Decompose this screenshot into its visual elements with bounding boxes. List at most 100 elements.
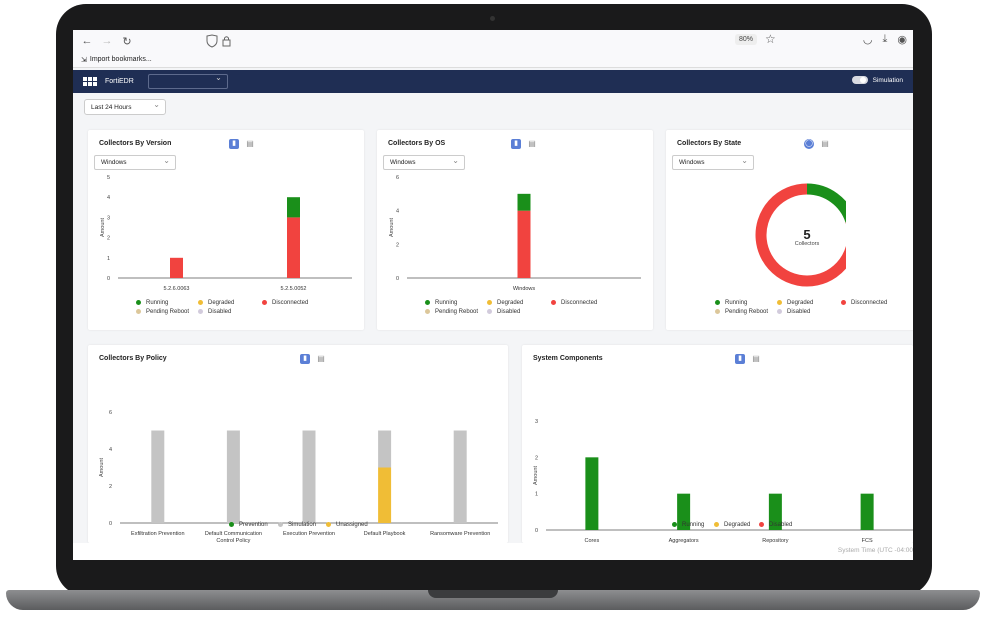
bar-chart-icon[interactable]: ▮ [300,354,310,364]
legend-running[interactable]: Running [146,300,168,306]
y-tick-label: 1 [107,256,110,262]
y-tick-label: 1 [535,492,538,498]
legend-prevention[interactable]: Prevention [239,522,268,528]
bar-disconnected [287,217,300,278]
legend-disabled[interactable]: Disabled [208,309,231,315]
time-range-select[interactable]: Last 24 Hours [84,99,166,115]
degraded-dot [777,300,782,305]
legend-unassigned[interactable]: Unassigned [336,522,368,528]
organization-select[interactable] [147,73,228,89]
legend-disconnected[interactable]: Disconnected [272,300,308,306]
y-tick-label: 2 [535,455,538,461]
pending-dot [136,309,141,314]
back-icon[interactable]: ← [77,35,97,47]
card-system-components: System Components ▮ ▤ 0 1 2 3 Amount Cores Agg… [522,345,913,544]
y-axis-label: Amount [389,218,395,237]
y-tick-label: 6 [396,175,399,181]
app-name: FortiEDR [105,78,134,85]
pending-dot [715,309,720,314]
bookmarks-bar: ⇲ Import bookmarks... [73,52,913,68]
bar-running [287,197,300,218]
account-icon[interactable]: ◉ [897,33,907,46]
footer: System Time (UTC -04:00 [73,543,913,560]
y-tick-label: 4 [107,195,110,201]
bar-chart-icon[interactable]: ▮ [735,354,745,364]
table-view-icon[interactable]: ▤ [820,139,830,149]
card-collectors-by-os: Collectors By OS ▮ ▤ Windows 0 2 4 6 Amount W… [377,130,653,330]
forward-icon[interactable]: → [97,35,117,47]
disconnected-dot [262,300,267,305]
os-filter-select[interactable]: Windows [383,155,465,170]
legend-pending-reboot[interactable]: Pending Reboot [725,309,768,315]
import-icon: ⇲ [81,56,87,64]
unassigned-dot [326,522,331,527]
table-view-icon[interactable]: ▤ [751,354,761,364]
pocket-icon[interactable]: ◡ [863,33,873,46]
card-collectors-by-policy: Collectors By Policy ▮ ▤ 0 2 4 6 Amount Exfil… [88,345,508,544]
os-filter-select[interactable]: Windows [94,155,176,170]
shield-lock-icon [206,34,231,48]
x-tick-label: 5.2.5.0052 [281,286,307,292]
disconnected-dot [841,300,846,305]
legend-disconnected[interactable]: Disconnected [851,300,887,306]
bar-disconnected [170,257,183,278]
x-tick-label: Windows [513,286,536,292]
disconnected-dot [551,300,556,305]
legend-degraded[interactable]: Degraded [787,300,813,306]
zoom-level[interactable]: 80% [735,34,758,45]
legend-disabled[interactable]: Disabled [769,522,792,528]
bar-chart-icon[interactable]: ▮ [229,139,239,149]
y-axis-label: Amount [533,466,539,485]
bar-disconnected [517,210,531,278]
collectors-by-policy-chart: 0246AmountExfiltration Prevention Default… [99,410,498,544]
os-filter-select[interactable]: Windows [672,155,754,170]
legend-running[interactable]: Running [682,522,704,528]
card-title: Collectors By OS [388,140,446,147]
legend-disconnected[interactable]: Disconnected [561,300,597,306]
disabled-dot [198,309,203,314]
legend-running[interactable]: Running [725,300,747,306]
fortinet-logo-icon [83,76,99,87]
donut-chart-icon[interactable]: ◯ [804,139,814,149]
y-tick-label: 4 [396,209,399,215]
browser-toolbar: ← → ↻ 80% ☆ ◡ ⤓ ◉ [73,30,913,52]
system-time: System Time (UTC -04:00 [837,547,913,554]
legend-disabled[interactable]: Disabled [787,309,810,315]
table-view-icon[interactable]: ▤ [245,139,255,149]
table-view-icon[interactable]: ▤ [527,139,537,149]
reload-icon[interactable]: ↻ [117,35,137,48]
import-bookmarks-link[interactable]: Import bookmarks... [90,56,152,63]
card-title: Collectors By Policy [99,355,167,362]
system-components-chart: 0123AmountCores Aggregators Repository FCS [533,419,913,544]
bar-simulation [226,430,240,523]
bar-running [585,457,599,530]
legend-degraded[interactable]: Degraded [724,522,750,528]
donut-slice-running [806,183,846,223]
download-icon[interactable]: ⤓ [883,33,888,46]
y-tick-label: 5 [107,175,110,181]
legend-degraded[interactable]: Degraded [497,300,523,306]
y-tick-label: 0 [107,276,110,282]
legend-pending-reboot[interactable]: Pending Reboot [146,309,189,315]
legend-state: Running Degraded Disconnected Pending Re… [666,300,913,320]
disabled-dot [487,309,492,314]
bar-simulation [302,430,316,523]
y-tick-label: 4 [109,447,112,453]
legend-pending-reboot[interactable]: Pending Reboot [435,309,478,315]
y-tick-label: 3 [535,419,538,425]
legend-degraded[interactable]: Degraded [208,300,234,306]
legend-disabled[interactable]: Disabled [497,309,520,315]
y-tick-label: 2 [109,484,112,490]
degraded-dot [198,300,203,305]
legend-running[interactable]: Running [435,300,457,306]
laptop-notch [428,590,558,598]
legend-os: Running Degraded Disconnected Pending Re… [377,300,653,320]
running-dot [672,522,677,527]
url-bar[interactable] [203,33,783,49]
table-view-icon[interactable]: ▤ [316,354,326,364]
card-title: Collectors By State [677,140,742,147]
legend-simulation[interactable]: Simulation [288,522,316,528]
simulation-toggle[interactable] [851,76,868,84]
bookmark-star-icon[interactable]: ☆ [765,32,776,46]
bar-chart-icon[interactable]: ▮ [511,139,521,149]
